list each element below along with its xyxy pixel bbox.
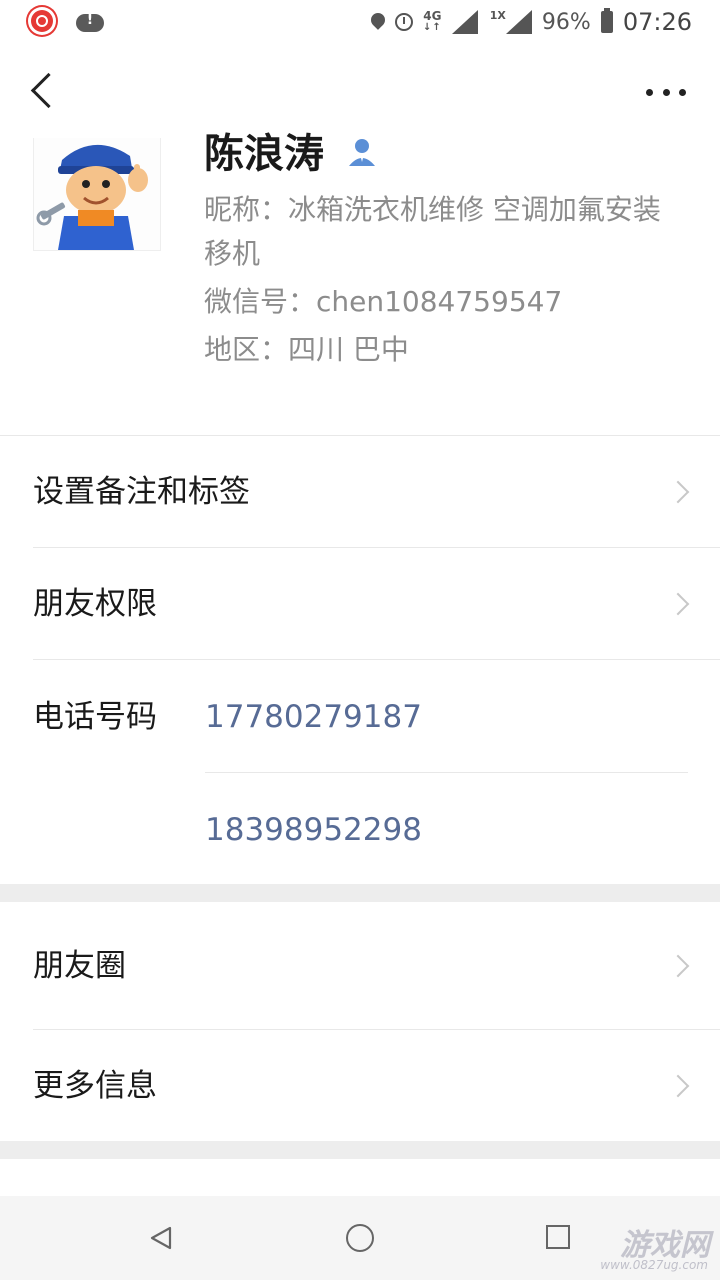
more-info-label: 更多信息 (33, 1068, 157, 1104)
divider (33, 659, 720, 660)
cloud-alert-icon (76, 12, 104, 32)
profile-name: 陈浪涛 (204, 131, 324, 177)
battery-percent: 96% (541, 9, 591, 35)
nav-home-icon[interactable] (346, 1224, 374, 1252)
friend-permissions-label: 朋友权限 (33, 586, 157, 622)
network-type: 4G ↓↑ (423, 9, 442, 33)
divider (33, 1029, 720, 1030)
chevron-right-icon (666, 480, 690, 504)
chevron-right-icon (666, 592, 690, 616)
chevron-right-icon (666, 1074, 690, 1098)
signal-icon-2 (505, 10, 532, 34)
battery-icon (600, 8, 613, 33)
nav-recent-apps-icon[interactable] (546, 1225, 570, 1249)
nickname: 昵称：冰箱洗衣机维修 空调加氟安装移机 (204, 193, 661, 270)
avatar[interactable] (33, 138, 161, 251)
phone-number-2[interactable]: 18398952298 (205, 810, 422, 850)
moments-label: 朋友圈 (33, 948, 126, 984)
section-gap (0, 884, 720, 902)
person-icon (349, 139, 375, 166)
watermark-url: www.0827ug.com (600, 1258, 708, 1272)
app-notification-icon (28, 7, 56, 35)
region: 地区：四川 巴中 (204, 333, 409, 366)
chevron-right-icon (666, 954, 690, 978)
divider (33, 547, 720, 548)
more-options-icon[interactable] (646, 84, 686, 100)
back-icon[interactable] (24, 70, 60, 110)
nav-back-icon[interactable] (149, 1226, 173, 1250)
remark-tags-label: 设置备注和标签 (33, 474, 250, 510)
divider (205, 772, 688, 773)
phone-label: 电话号码 (33, 699, 157, 735)
section-gap (0, 1141, 720, 1159)
alarm-icon (395, 13, 414, 31)
status-bar: 4G ↓↑ 1X 96% 07:26 (0, 0, 720, 44)
location-icon (368, 10, 388, 30)
wechat-id: 微信号：chen1084759547 (204, 285, 563, 318)
navigation-bar: 游戏网 www.0827ug.com (0, 1196, 720, 1280)
divider (0, 435, 720, 436)
signal-icon (451, 10, 478, 34)
sim2-type: 1X (489, 8, 506, 22)
phone-number-1[interactable]: 17780279187 (205, 697, 422, 737)
title-bar (0, 44, 720, 136)
clock: 07:26 (622, 8, 692, 36)
